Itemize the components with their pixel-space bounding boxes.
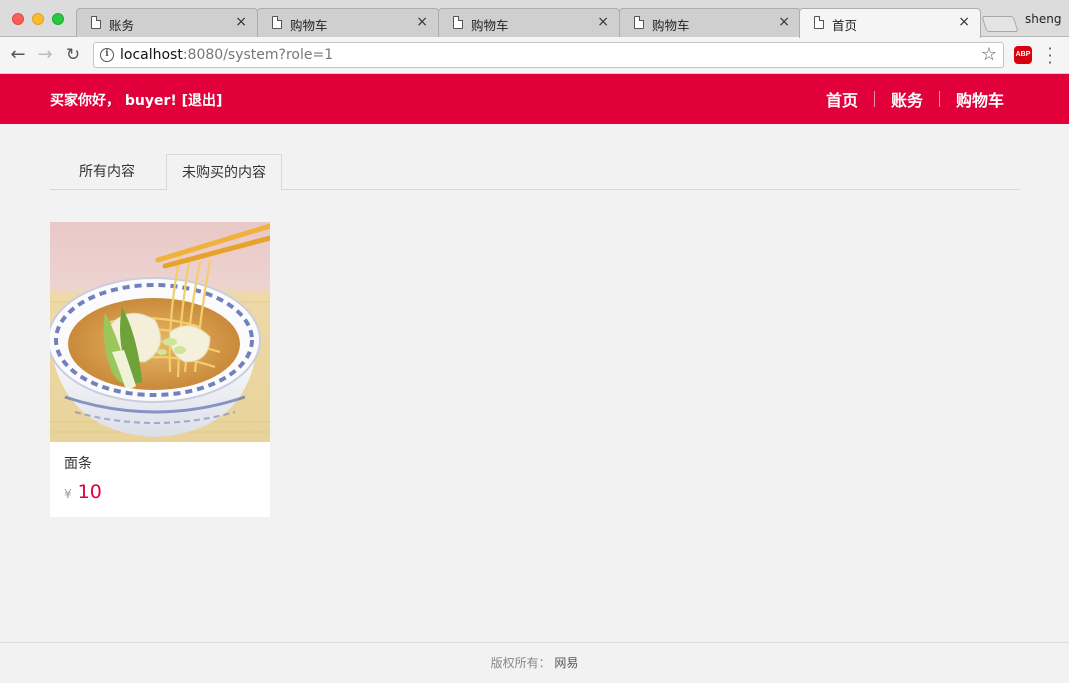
- browser-tab-title: 首页: [832, 18, 858, 33]
- tab-unpurchased-content[interactable]: 未购买的内容: [166, 154, 282, 191]
- browser-tab[interactable]: 购物车 ×: [438, 8, 620, 37]
- close-tab-icon[interactable]: ×: [416, 14, 428, 30]
- browser-tab-active[interactable]: 首页 ×: [799, 8, 981, 38]
- copyright-label: 版权所有：: [490, 656, 551, 670]
- nav-home[interactable]: 首页: [810, 87, 874, 111]
- address-bar[interactable]: i localhost:8080/system?role=1 ☆: [93, 42, 1004, 68]
- price-amount: 10: [77, 481, 102, 503]
- url-host: localhost: [120, 47, 183, 63]
- site-info-icon[interactable]: i: [100, 48, 114, 62]
- product-price: ¥10: [64, 481, 102, 503]
- browser-toolbar: ← → ↻ i localhost:8080/system?role=1 ☆ A…: [0, 37, 1069, 74]
- browser-tab-title: 购物车: [290, 18, 328, 33]
- user-greeting: 买家你好， buyer! [退出]: [50, 90, 222, 110]
- nav-account[interactable]: 账务: [875, 87, 939, 111]
- back-arrow-icon[interactable]: ←: [8, 45, 28, 65]
- main-nav: 首页 账务 购物车: [810, 74, 1019, 124]
- page-icon: [91, 16, 101, 29]
- site-header: 买家你好， buyer! [退出] 首页 账务 购物车: [0, 74, 1069, 124]
- logout-link[interactable]: [退出]: [182, 93, 223, 109]
- noodle-bowl-image: [50, 222, 270, 442]
- copyright-brand: 网易: [554, 656, 579, 670]
- browser-tab[interactable]: 购物车 ×: [257, 8, 439, 37]
- browser-tab-title: 购物车: [471, 18, 509, 33]
- url-path: :8080/system?role=1: [182, 47, 334, 63]
- browser-tab-title: 账务: [109, 18, 135, 33]
- site-footer: 版权所有： 网易: [0, 642, 1069, 683]
- product-card[interactable]: 面条 ¥10: [50, 222, 270, 517]
- browser-tab-strip: 账务 × 购物车 × 购物车 × 购物车 × 首页 × sheng: [0, 0, 1069, 38]
- new-tab-button[interactable]: [981, 16, 1019, 32]
- currency-symbol: ¥: [64, 487, 72, 501]
- close-tab-icon[interactable]: ×: [778, 14, 790, 30]
- page-icon: [814, 16, 824, 29]
- close-tab-icon[interactable]: ×: [597, 14, 609, 30]
- forward-arrow-icon[interactable]: →: [35, 45, 55, 65]
- close-tab-icon[interactable]: ×: [235, 14, 247, 30]
- browser-profile-name[interactable]: sheng: [1025, 12, 1061, 26]
- browser-menu-icon[interactable]: · · ·: [1043, 41, 1057, 71]
- url-text[interactable]: localhost:8080/system?role=1: [120, 47, 333, 63]
- product-title: 面条: [64, 456, 92, 472]
- page-icon: [634, 16, 644, 29]
- window-minimize-button[interactable]: [32, 13, 44, 25]
- content-filter-tabs: 所有内容 未购买的内容: [50, 154, 1020, 191]
- page-icon: [453, 16, 463, 29]
- window-close-button[interactable]: [12, 13, 24, 25]
- bookmark-star-icon[interactable]: ☆: [981, 44, 997, 65]
- adblock-plus-icon[interactable]: ABP: [1014, 46, 1032, 64]
- browser-tab[interactable]: 账务 ×: [76, 8, 258, 37]
- greeting-text: 买家你好， buyer!: [50, 93, 177, 109]
- nav-cart[interactable]: 购物车: [940, 87, 1019, 111]
- close-tab-icon[interactable]: ×: [958, 14, 970, 30]
- tab-all-content[interactable]: 所有内容: [64, 154, 150, 190]
- window-zoom-button[interactable]: [52, 13, 64, 25]
- product-image[interactable]: [50, 222, 270, 442]
- browser-tab-title: 购物车: [652, 18, 690, 33]
- browser-tab[interactable]: 购物车 ×: [619, 8, 801, 37]
- reload-icon[interactable]: ↻: [63, 45, 83, 65]
- page-icon: [272, 16, 282, 29]
